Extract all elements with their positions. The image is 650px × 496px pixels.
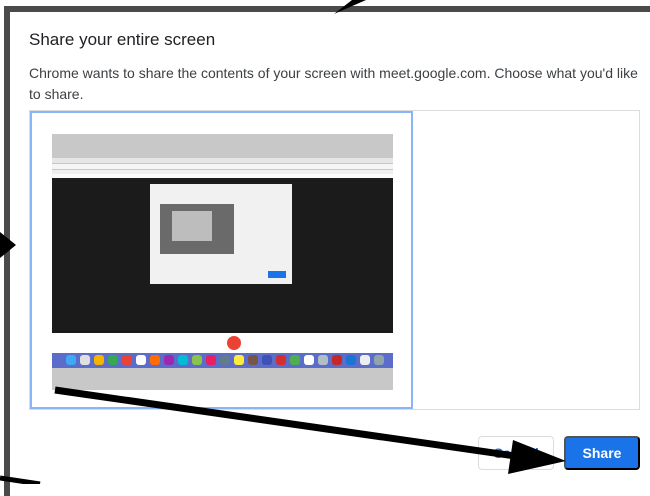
dock-app-icon [164, 355, 174, 365]
dock-app-icon [374, 355, 384, 365]
dock-app-icon [178, 355, 188, 365]
dock-app-icon [262, 355, 272, 365]
dock-app-icon [150, 355, 160, 365]
dock-app-icon [80, 355, 90, 365]
dock-app-icon [248, 355, 258, 365]
thumbnail-menubar [52, 158, 393, 163]
dock-app-icon [332, 355, 342, 365]
dock-app-icon [66, 355, 76, 365]
dock-app-icon [360, 355, 370, 365]
thumbnail-share-button [268, 271, 286, 278]
thumbnail-nested-screen-inner [172, 211, 212, 241]
thumbnail-dock [52, 353, 393, 368]
dock-app-icon [234, 355, 244, 365]
thumbnail-hangup-icon [227, 336, 241, 350]
dock-app-icon [220, 355, 230, 365]
dialog-description: Chrome wants to share the contents of yo… [29, 65, 638, 102]
dock-app-icon [276, 355, 286, 365]
dock-app-icon [122, 355, 132, 365]
dock-app-icon [192, 355, 202, 365]
thumbnail-tabbar [52, 164, 393, 169]
screen-tile[interactable] [30, 111, 413, 409]
dock-app-icon [136, 355, 146, 365]
dock-app-icon [94, 355, 104, 365]
share-button[interactable]: Share [564, 436, 640, 470]
dock-app-icon [304, 355, 314, 365]
dialog-title: Share your entire screen [29, 30, 216, 49]
screen-thumbnail [52, 134, 393, 390]
thumbnail-share-dialog [150, 184, 292, 284]
dock-app-icon [290, 355, 300, 365]
cancel-button[interactable]: Cancel [478, 436, 554, 470]
dock-app-icon [346, 355, 356, 365]
dock-app-icon [108, 355, 118, 365]
thumbnail-call-controls [52, 333, 393, 353]
dock-app-icon [206, 355, 216, 365]
dock-app-icon [318, 355, 328, 365]
screen-list [29, 110, 640, 410]
